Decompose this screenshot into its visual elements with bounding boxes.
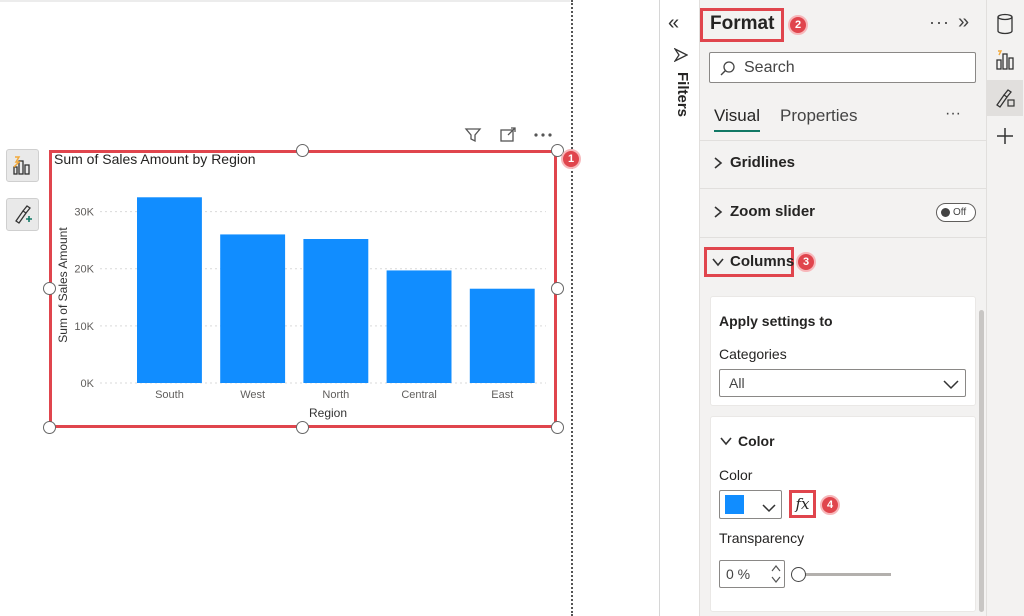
format-pane-button[interactable] [987, 80, 1023, 116]
divider [700, 188, 986, 189]
bar-chart: 0K 10K 20K 30K South West North Central East Sum… [56, 197, 546, 420]
divider [700, 237, 986, 238]
toggle-knob [941, 208, 950, 217]
divider [700, 140, 986, 141]
add-pane-button[interactable] [987, 118, 1023, 154]
chart-title: Sum of Sales Amount by Region [54, 151, 256, 167]
x-tick-label: West [240, 389, 265, 401]
step-badge-1: 1 [561, 149, 581, 169]
focus-mode-icon[interactable] [495, 124, 521, 146]
resize-handle-bottom-right[interactable] [551, 421, 564, 434]
format-more-options-icon[interactable]: ··· [929, 12, 950, 33]
visual-header [460, 124, 556, 146]
search-icon [719, 60, 736, 82]
bar-north[interactable] [303, 239, 369, 383]
categories-label: Categories [719, 346, 787, 362]
transparency-label: Transparency [719, 530, 805, 546]
filters-funnel-icon [673, 47, 689, 67]
y-tick-label: 0K [81, 378, 95, 390]
y-tick-label: 30K [74, 207, 94, 219]
bar-south[interactable] [137, 197, 202, 383]
search-placeholder: Search [744, 59, 795, 76]
section-color[interactable]: Color [718, 433, 775, 449]
section-columns-label: Columns [730, 253, 795, 270]
build-visual-button[interactable] [6, 149, 39, 182]
chevron-down-icon [762, 500, 776, 518]
toggle-state-label: Off [953, 207, 967, 218]
build-visual-pane-button[interactable] [987, 42, 1023, 78]
chevron-right-icon [710, 156, 726, 169]
transparency-spinner[interactable] [770, 562, 782, 586]
section-gridlines[interactable]: Gridlines [710, 154, 795, 171]
format-pane-scrollbar[interactable] [979, 310, 984, 612]
conditional-formatting-button[interactable]: fx [789, 490, 816, 518]
more-options-icon[interactable] [530, 124, 556, 146]
section-zoom-slider[interactable]: Zoom slider [710, 203, 815, 220]
x-tick-label: North [322, 389, 349, 401]
y-axis-title: Sum of Sales Amount [56, 227, 70, 343]
transparency-value: 0 % [726, 566, 751, 582]
format-pane-title: Format [710, 13, 775, 34]
filters-pane-label[interactable]: Filters [669, 72, 691, 132]
color-label: Color [719, 467, 753, 483]
expand-pane-icon[interactable]: » [958, 11, 969, 34]
database-icon [997, 13, 1013, 35]
section-color-label: Color [738, 433, 775, 449]
x-tick-label: South [155, 389, 184, 401]
tabs-more-options-icon[interactable]: ··· [945, 105, 961, 123]
tab-visual[interactable]: Visual [714, 106, 760, 126]
step-badge-4: 4 [820, 495, 840, 515]
color-swatch [725, 495, 744, 514]
step-badge-3: 3 [796, 252, 816, 272]
resize-handle-top[interactable] [296, 144, 309, 157]
data-pane-button[interactable] [987, 6, 1023, 42]
categories-dropdown-value: All [729, 375, 745, 391]
format-visual-button[interactable] [6, 198, 39, 231]
tab-properties[interactable]: Properties [780, 106, 857, 126]
page-boundary-line [571, 0, 573, 616]
chevron-down-icon [710, 257, 726, 267]
section-columns[interactable]: Columns [710, 253, 794, 270]
categories-dropdown[interactable] [719, 369, 966, 397]
plus-icon [997, 128, 1013, 144]
format-visual-icon [14, 204, 32, 224]
filter-icon[interactable] [460, 124, 486, 146]
format-paintbrush-icon [996, 89, 1015, 108]
build-visual-icon [12, 155, 30, 175]
transparency-slider-track[interactable] [805, 573, 891, 576]
chevron-down-icon [943, 377, 959, 395]
x-axis-title: Region [309, 406, 347, 420]
x-tick-label: Central [401, 389, 436, 401]
collapse-filters-icon[interactable]: « [668, 12, 679, 35]
step-badge-2: 2 [788, 15, 808, 35]
build-visual-icon [996, 50, 1014, 70]
section-gridlines-label: Gridlines [730, 154, 796, 171]
y-tick-label: 20K [74, 264, 94, 276]
bar-east[interactable] [469, 288, 535, 383]
resize-handle-right[interactable] [551, 282, 564, 295]
chevron-right-icon [710, 205, 726, 218]
chevron-down-icon [718, 436, 734, 446]
x-tick-label: East [491, 389, 513, 401]
apply-settings-heading: Apply settings to [719, 313, 833, 329]
active-tab-indicator [714, 130, 760, 132]
y-tick-label: 10K [74, 321, 94, 333]
bar-central[interactable] [386, 270, 452, 383]
bar-west[interactable] [220, 234, 286, 383]
section-zoom-slider-label: Zoom slider [730, 203, 816, 220]
transparency-slider-thumb[interactable] [791, 567, 806, 582]
canvas-top-border [0, 0, 570, 2]
